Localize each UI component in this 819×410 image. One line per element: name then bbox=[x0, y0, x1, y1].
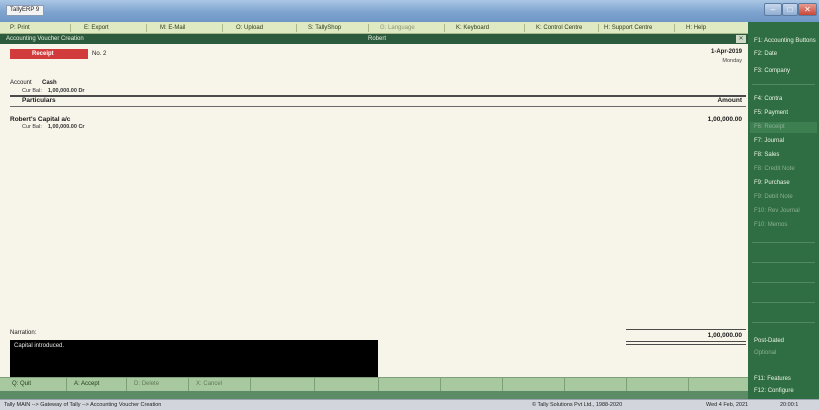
column-header-amount: Amount bbox=[717, 97, 742, 104]
ledger-entry-amount[interactable]: 1,00,000.00 bbox=[708, 116, 742, 123]
voucher-area: Receipt No. 2 1-Apr-2019 Monday Account … bbox=[0, 44, 748, 377]
maximize-icon[interactable]: □ bbox=[782, 3, 798, 16]
voucher-number: No. 2 bbox=[92, 51, 107, 57]
rp-debit-note[interactable]: F9: Debit Note bbox=[750, 192, 817, 203]
screen-title: Accounting Voucher Creation bbox=[6, 36, 84, 42]
window-titlebar: TallyERP 9 – □ ✕ bbox=[0, 0, 819, 22]
company-name: Robert bbox=[368, 36, 387, 42]
window-title: TallyERP 9 bbox=[6, 5, 44, 16]
menu-print[interactable]: P: Print bbox=[10, 23, 30, 33]
right-button-panel: F1: Accounting Buttons F2: Date F3: Comp… bbox=[748, 22, 819, 399]
menu-email[interactable]: M: E-Mail bbox=[160, 23, 185, 33]
total-rule bbox=[626, 341, 746, 342]
ledger-entry-name[interactable]: Robert's Capital a/c bbox=[10, 116, 70, 123]
column-header-particulars: Particulars bbox=[22, 97, 56, 104]
rp-sales[interactable]: F8: Sales bbox=[750, 150, 817, 161]
narration-field[interactable]: Capital introduced. bbox=[10, 340, 378, 377]
screen-header: Accounting Voucher Creation Robert ✕ bbox=[0, 34, 748, 44]
bottom-button-bar: Q: Quit A: Accept D: Delete X: Cancel bbox=[0, 377, 748, 391]
total-rule bbox=[626, 344, 746, 345]
rp-optional[interactable]: Optional bbox=[750, 348, 817, 359]
rp-configure[interactable]: F12: Configure bbox=[750, 386, 817, 397]
voucher-date[interactable]: 1-Apr-2019 bbox=[711, 49, 742, 55]
rp-credit-note[interactable]: F8: Credit Note bbox=[750, 164, 817, 175]
total-rule bbox=[626, 329, 746, 330]
menu-language[interactable]: G: Language bbox=[380, 23, 415, 33]
rp-features[interactable]: F11: Features bbox=[750, 374, 817, 385]
cancel-button[interactable]: X: Cancel bbox=[196, 378, 222, 391]
menu-help[interactable]: H: Help bbox=[686, 23, 706, 33]
rp-payment[interactable]: F5: Payment bbox=[750, 108, 817, 119]
divider bbox=[10, 106, 746, 107]
rp-receipt[interactable]: F6: Receipt bbox=[750, 122, 817, 133]
minimize-icon[interactable]: – bbox=[764, 3, 782, 16]
menu-tallyshop[interactable]: S: TallyShop bbox=[308, 23, 341, 33]
rp-journal[interactable]: F7: Journal bbox=[750, 136, 817, 147]
header-close-icon[interactable]: ✕ bbox=[736, 35, 746, 43]
voucher-day: Monday bbox=[722, 58, 742, 64]
account-balance: Cur Bal: 1,00,000.00 Dr bbox=[22, 88, 85, 94]
rp-accounting-buttons[interactable]: F1: Accounting Buttons bbox=[750, 36, 817, 47]
menu-control-centre[interactable]: K: Control Centre bbox=[536, 23, 582, 33]
status-time: 20:00:1 bbox=[780, 402, 799, 408]
rp-purchase[interactable]: F9: Purchase bbox=[750, 178, 817, 189]
rp-company[interactable]: F3: Company bbox=[750, 66, 817, 77]
menu-upload[interactable]: O: Upload bbox=[236, 23, 263, 33]
rp-date[interactable]: F2: Date bbox=[750, 49, 817, 60]
status-breadcrumb: Tally MAIN --> Gateway of Tally --> Acco… bbox=[4, 402, 162, 408]
menu-support-centre[interactable]: H: Support Centre bbox=[604, 23, 652, 33]
accept-button[interactable]: A: Accept bbox=[74, 378, 99, 391]
status-date: Wed 4 Feb, 2021 bbox=[706, 402, 749, 408]
narration-label: Narration: bbox=[10, 330, 37, 336]
ledger-entry-balance: Cur Bal: 1,00,000.00 Cr bbox=[22, 124, 85, 130]
tally-window: TallyERP 9 – □ ✕ P: Print E: Export M: E… bbox=[0, 0, 819, 410]
status-bar: Tally MAIN --> Gateway of Tally --> Acco… bbox=[0, 399, 819, 410]
menu-export[interactable]: E: Export bbox=[84, 23, 109, 33]
delete-button[interactable]: D: Delete bbox=[134, 378, 159, 391]
account-label: Account bbox=[10, 80, 32, 86]
menu-keyboard[interactable]: K: Keyboard bbox=[456, 23, 489, 33]
quit-button[interactable]: Q: Quit bbox=[12, 378, 31, 391]
close-icon[interactable]: ✕ bbox=[798, 3, 817, 16]
rp-memos[interactable]: F10: Memos bbox=[750, 220, 817, 231]
rp-post-dated[interactable]: Post-Dated bbox=[750, 336, 817, 347]
top-menu: P: Print E: Export M: E-Mail O: Upload S… bbox=[0, 22, 748, 34]
bottom-strip bbox=[0, 391, 748, 399]
voucher-total: 1,00,000.00 bbox=[707, 332, 742, 339]
voucher-type-badge[interactable]: Receipt bbox=[10, 49, 88, 59]
account-field[interactable]: Cash bbox=[42, 80, 57, 86]
rp-rev-journal[interactable]: F10: Rev Journal bbox=[750, 206, 817, 217]
status-copyright: © Tally Solutions Pvt Ltd., 1988-2020 bbox=[532, 402, 623, 408]
divider bbox=[10, 95, 746, 97]
rp-contra[interactable]: F4: Contra bbox=[750, 94, 817, 105]
